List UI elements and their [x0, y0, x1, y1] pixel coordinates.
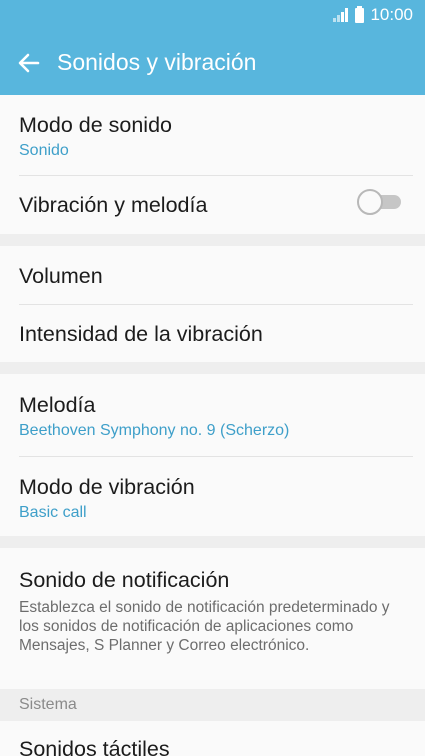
settings-group-sound: Modo de sonido Sonido Vibración y melodí…	[0, 95, 425, 234]
settings-list: Modo de sonido Sonido Vibración y melodí…	[0, 95, 425, 756]
notification-sound-item[interactable]: Sonido de notificación Establezca el son…	[0, 548, 425, 689]
back-button[interactable]	[0, 30, 57, 95]
sound-mode-item[interactable]: Modo de sonido Sonido	[0, 95, 425, 175]
sound-mode-title: Modo de sonido	[19, 113, 172, 137]
vibration-intensity-title: Intensidad de la vibración	[19, 322, 263, 346]
notification-sound-description: Establezca el sonido de notificación pre…	[19, 599, 390, 654]
vibrate-with-ringtone-item[interactable]: Vibración y melodía	[0, 175, 425, 234]
app-bar: 10:00 Sonidos y vibración	[0, 0, 425, 95]
touch-sounds-item[interactable]: Sonidos táctiles	[0, 721, 425, 756]
touch-sounds-title: Sonidos táctiles	[19, 737, 170, 756]
vibrate-with-ringtone-toggle[interactable]	[357, 189, 403, 215]
sound-mode-value: Sonido	[19, 142, 69, 159]
ringtone-value: Beethoven Symphony no. 9 (Scherzo)	[19, 422, 290, 439]
volume-item[interactable]: Volumen	[0, 246, 425, 304]
section-header-system: Sistema	[0, 689, 425, 721]
vibration-pattern-value: Basic call	[19, 504, 87, 521]
section-divider	[0, 234, 425, 246]
page-title: Sonidos y vibración	[57, 49, 257, 75]
status-icons: 10:00	[333, 5, 413, 25]
ringtone-title: Melodía	[19, 393, 96, 417]
vibrate-with-ringtone-title: Vibración y melodía	[19, 193, 208, 217]
settings-group-system: Sonidos táctiles	[0, 721, 425, 756]
status-bar: 10:00	[0, 0, 425, 30]
section-divider	[0, 362, 425, 374]
settings-group-volume: Volumen Intensidad de la vibración	[0, 246, 425, 362]
title-bar: Sonidos y vibración	[0, 30, 425, 95]
battery-icon	[355, 5, 365, 23]
section-divider	[0, 536, 425, 548]
toggle-thumb	[357, 189, 383, 215]
settings-group-ringtone: Melodía Beethoven Symphony no. 9 (Scherz…	[0, 374, 425, 536]
volume-title: Volumen	[19, 264, 103, 288]
arrow-left-icon	[18, 53, 39, 72]
notification-sound-title: Sonido de notificación	[19, 568, 230, 592]
vibration-pattern-title: Modo de vibración	[19, 475, 195, 499]
vibration-intensity-item[interactable]: Intensidad de la vibración	[0, 304, 425, 362]
vibration-pattern-item[interactable]: Modo de vibración Basic call	[0, 456, 425, 536]
settings-group-notification: Sonido de notificación Establezca el son…	[0, 548, 425, 689]
ringtone-item[interactable]: Melodía Beethoven Symphony no. 9 (Scherz…	[0, 374, 425, 456]
signal-icon	[333, 8, 349, 22]
status-time: 10:00	[370, 5, 413, 24]
